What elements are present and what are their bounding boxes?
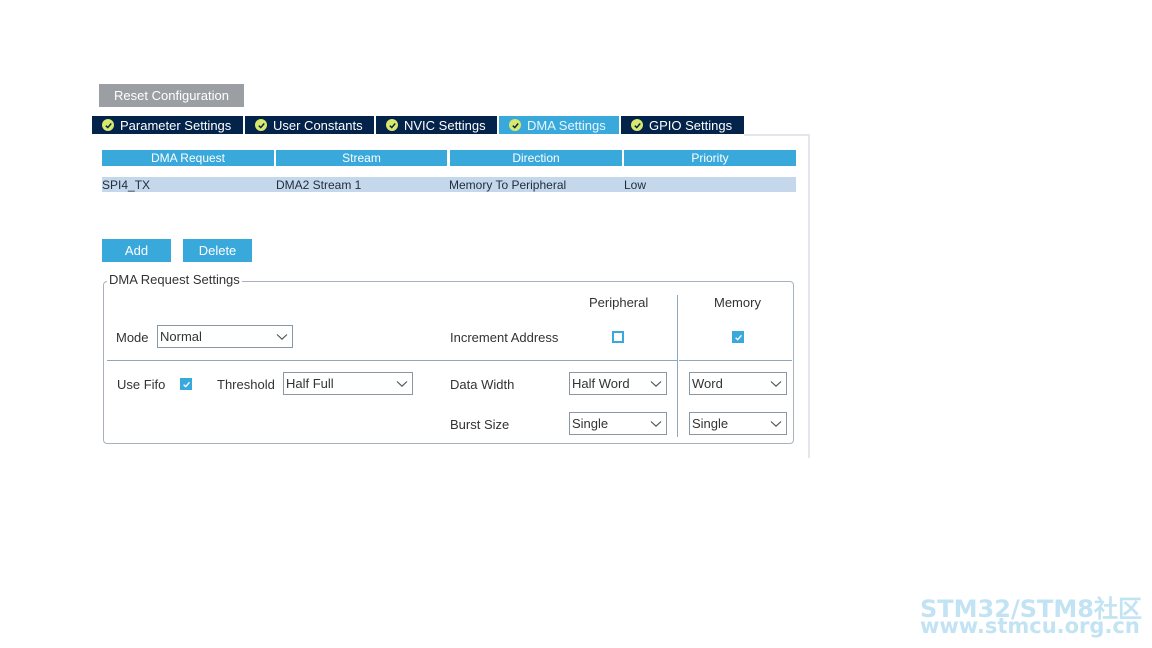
tab-label: Parameter Settings [120,117,232,133]
tab-dma-settings[interactable]: DMA Settings [499,116,619,134]
checkmark-icon [182,381,190,388]
chevron-down-icon [650,380,662,387]
add-button[interactable]: Add [102,239,171,262]
chevron-down-icon [650,420,662,427]
header-label: Priority [691,151,729,165]
tab-label: GPIO Settings [649,117,733,133]
peripheral-header: Peripheral [589,295,649,310]
panel-border [808,134,810,458]
reset-configuration-button[interactable]: Reset Configuration [99,84,244,107]
tab-label: User Constants [273,117,363,133]
tab-nvic-settings[interactable]: NVIC Settings [376,116,497,134]
use-fifo-checkbox[interactable] [180,378,192,390]
check-circle-icon [255,119,267,131]
column-header-dma-request[interactable]: DMA Request [102,150,274,166]
use-fifo-label: Use Fifo [117,377,166,392]
delete-button[interactable]: Delete [183,239,252,262]
chevron-down-icon [276,333,288,340]
increment-peripheral-checkbox[interactable] [612,331,624,343]
chevron-down-icon [396,380,408,387]
mode-select[interactable]: Normal [157,325,293,348]
table-cell-direction: Memory To Peripheral [449,177,567,192]
select-value: Half Word [572,376,630,391]
select-value: Single [692,416,729,431]
select-value: Single [572,416,609,431]
select-value: Word [692,376,723,391]
chevron-down-icon [770,420,782,427]
header-label: Direction [512,151,560,165]
memory-header: Memory [714,295,761,310]
increment-address-label: Increment Address [450,330,559,345]
chevron-down-icon [770,380,782,387]
header-label: Stream [342,151,381,165]
data-width-memory-select[interactable]: Word [689,372,787,395]
header-label: DMA Request [150,151,226,165]
table-cell-priority: Low [624,177,647,192]
tab-parameter-settings[interactable]: Parameter Settings [92,116,243,134]
group-title: DMA Request Settings [107,272,242,287]
table-cell-stream: DMA2 Stream 1 [276,177,362,192]
check-circle-icon [102,119,114,131]
select-value: Normal [160,329,202,344]
tab-label: DMA Settings [527,117,606,133]
burst-size-label: Burst Size [450,417,510,432]
tab-gpio-settings[interactable]: GPIO Settings [621,116,744,134]
tab-label: NVIC Settings [404,117,486,133]
column-header-direction[interactable]: Direction [450,150,622,166]
increment-memory-checkbox[interactable] [732,331,744,343]
threshold-label: Threshold [217,377,275,392]
check-circle-icon [386,119,398,131]
tab-user-constants[interactable]: User Constants [245,116,374,134]
panel-border [744,134,810,136]
mode-label: Mode [116,330,149,345]
burst-size-peripheral-select[interactable]: Single [569,412,667,435]
table-cell-dma-request: SPI4_TX [102,177,151,192]
column-header-priority[interactable]: Priority [624,150,796,166]
data-width-peripheral-select[interactable]: Half Word [569,372,667,395]
watermark-url: www.stmcu.org.cn [920,614,1140,638]
threshold-select[interactable]: Half Full [283,372,413,395]
select-value: Half Full [286,376,334,391]
divider [679,360,792,361]
divider [107,360,677,361]
check-circle-icon [509,119,521,131]
data-width-label: Data Width [450,377,515,392]
column-header-stream[interactable]: Stream [276,150,447,166]
divider [677,295,678,437]
burst-size-memory-select[interactable]: Single [689,412,787,435]
check-circle-icon [631,119,643,131]
checkmark-icon [734,334,742,341]
